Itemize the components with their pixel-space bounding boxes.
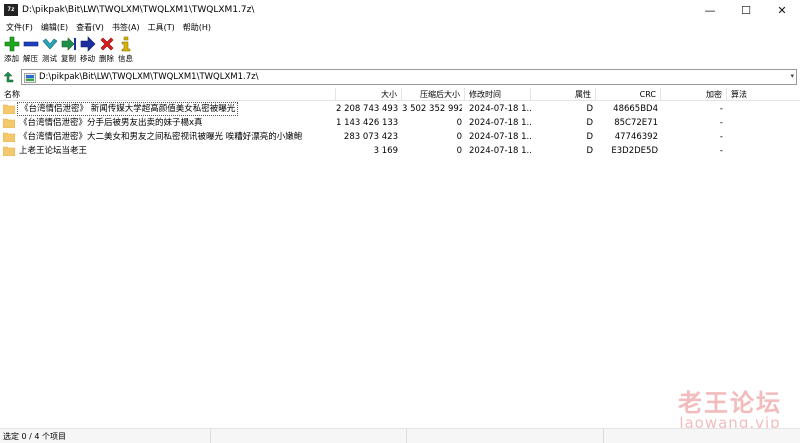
file-encrypted: - xyxy=(719,104,723,114)
info-icon xyxy=(121,36,130,52)
maximize-button[interactable]: ☐ xyxy=(728,0,764,20)
info-button[interactable]: 信息 xyxy=(116,34,135,64)
file-size: 1 143 426 133 xyxy=(336,118,398,128)
watermark-text: 老王论坛 xyxy=(678,389,782,417)
address-bar: D:\pikpak\Bit\LW\TWQLXM\TWQLXM1\TWQLXM1.… xyxy=(0,68,800,86)
folder-icon xyxy=(3,146,15,156)
file-name: 上老王论坛当老王 xyxy=(19,146,88,156)
folder-icon xyxy=(3,104,15,114)
file-encrypted: - xyxy=(719,146,723,156)
delete-label: 删除 xyxy=(99,54,114,63)
column-name[interactable]: 名称 xyxy=(0,88,336,101)
file-crc: 85C72E71 xyxy=(614,118,658,128)
file-packed-size: 0 xyxy=(456,132,462,142)
file-attributes: D xyxy=(586,132,593,142)
plus-icon xyxy=(4,36,19,52)
file-modified: 2024-07-18 1... xyxy=(469,146,531,156)
folder-icon xyxy=(3,132,15,142)
menu-bar: 文件(F) 编辑(E) 查看(V) 书签(A) 工具(T) 帮助(H) xyxy=(0,20,800,34)
column-crc[interactable]: CRC xyxy=(596,88,661,101)
watermark: 老王论坛 laowang.vip xyxy=(660,383,800,432)
file-packed-size: 3 502 352 992 xyxy=(402,104,462,114)
delete-button[interactable]: 删除 xyxy=(97,34,116,64)
file-crc: 48665BD4 xyxy=(613,104,658,114)
x-icon xyxy=(100,37,113,51)
check-icon xyxy=(42,38,57,50)
file-encrypted: - xyxy=(719,118,723,128)
table-row[interactable]: 《台湾情侣泄密》大二美女和男友之间私密视讯被曝光 唉糟好漂亮的小嫩鲍 283 0… xyxy=(0,130,800,144)
file-attributes: D xyxy=(586,104,593,114)
title-bar: 7z D:\pikpak\Bit\LW\TWQLXM\TWQLXM1\TWQLX… xyxy=(0,0,800,20)
status-divider xyxy=(603,429,604,443)
status-bar: 选定 0 / 4 个项目 xyxy=(0,428,800,443)
column-modified[interactable]: 修改时间 xyxy=(465,88,531,101)
address-input[interactable]: D:\pikpak\Bit\LW\TWQLXM\TWQLXM1\TWQLXM1.… xyxy=(21,69,797,85)
file-crc: E3D2DE5D xyxy=(611,146,658,156)
column-header: 名称 大小 压缩后大小 修改时间 属性 CRC 加密 算法 xyxy=(0,88,800,101)
file-size: 3 169 xyxy=(373,146,398,156)
column-encrypted[interactable]: 加密 xyxy=(661,88,727,101)
file-attributes: D xyxy=(586,146,593,156)
test-label: 测试 xyxy=(42,54,57,63)
selection-status: 选定 0 / 4 个项目 xyxy=(3,432,67,441)
column-method[interactable]: 算法 xyxy=(727,88,800,101)
status-divider xyxy=(210,429,211,443)
menu-file[interactable]: 文件(F) xyxy=(2,22,37,33)
column-attributes[interactable]: 属性 xyxy=(531,88,596,101)
table-row[interactable]: 上老王论坛当老王 3 169 0 2024-07-18 1... D E3D2D… xyxy=(0,144,800,158)
file-list: 《台湾情侣泄密》 新闻传媒大学超高颜值美女私密被曝光 2 208 743 493… xyxy=(0,102,800,158)
file-packed-size: 0 xyxy=(456,146,462,156)
test-button[interactable]: 测试 xyxy=(40,34,59,64)
extract-label: 解压 xyxy=(23,54,38,63)
file-encrypted: - xyxy=(719,132,723,142)
status-divider xyxy=(406,429,407,443)
file-name: 《台湾情侣泄密》 新闻传媒大学超高颜值美女私密被曝光 xyxy=(17,102,239,116)
file-name: 《台湾情侣泄密》分手后被男友出卖的妹子楊x真 xyxy=(19,118,203,128)
move-label: 移动 xyxy=(80,54,95,63)
menu-tools[interactable]: 工具(T) xyxy=(144,22,179,33)
column-packed-size[interactable]: 压缩后大小 xyxy=(402,88,465,101)
file-modified: 2024-07-18 1... xyxy=(469,132,531,142)
menu-view[interactable]: 查看(V) xyxy=(72,22,108,33)
archive-folder-icon xyxy=(24,72,36,83)
file-crc: 47746392 xyxy=(614,132,658,142)
info-label: 信息 xyxy=(118,54,133,63)
file-name: 《台湾情侣泄密》大二美女和男友之间私密视讯被曝光 唉糟好漂亮的小嫩鲍 xyxy=(19,132,303,142)
app-7zip-icon: 7z xyxy=(4,4,18,16)
minimize-button[interactable]: — xyxy=(692,0,728,20)
column-size[interactable]: 大小 xyxy=(336,88,402,101)
address-path: D:\pikpak\Bit\LW\TWQLXM\TWQLXM1\TWQLXM1.… xyxy=(39,72,259,82)
arrow-right-icon xyxy=(80,36,95,52)
copy-button[interactable]: 复制 xyxy=(59,34,78,64)
file-modified: 2024-07-18 1... xyxy=(469,118,531,128)
table-row[interactable]: 《台湾情侣泄密》分手后被男友出卖的妹子楊x真 1 143 426 133 0 2… xyxy=(0,116,800,130)
double-arrow-icon xyxy=(61,37,76,51)
menu-bookmarks[interactable]: 书签(A) xyxy=(108,22,144,33)
menu-help[interactable]: 帮助(H) xyxy=(179,22,215,33)
window-title: D:\pikpak\Bit\LW\TWQLXM\TWQLXM1\TWQLXM1.… xyxy=(22,5,255,15)
extract-button[interactable]: 解压 xyxy=(21,34,40,64)
file-size: 2 208 743 493 xyxy=(336,104,398,114)
move-button[interactable]: 移动 xyxy=(78,34,97,64)
file-attributes: D xyxy=(586,118,593,128)
file-size: 283 073 423 xyxy=(343,132,398,142)
toolbar: 添加 解压 测试 复制 移动 删除 信息 xyxy=(0,34,800,68)
chevron-down-icon[interactable]: ▾ xyxy=(790,72,794,80)
table-row[interactable]: 《台湾情侣泄密》 新闻传媒大学超高颜值美女私密被曝光 2 208 743 493… xyxy=(0,102,800,116)
file-packed-size: 0 xyxy=(456,118,462,128)
copy-label: 复制 xyxy=(61,54,76,63)
window-controls: — ☐ ✕ xyxy=(692,0,800,20)
add-label: 添加 xyxy=(4,54,19,63)
add-button[interactable]: 添加 xyxy=(2,34,21,64)
menu-edit[interactable]: 编辑(E) xyxy=(37,22,72,33)
file-modified: 2024-07-18 1... xyxy=(469,104,531,114)
minus-icon xyxy=(23,41,38,47)
folder-icon xyxy=(3,118,15,128)
close-button[interactable]: ✕ xyxy=(764,0,800,20)
up-folder-button[interactable] xyxy=(0,68,18,86)
up-arrow-icon xyxy=(3,71,14,83)
